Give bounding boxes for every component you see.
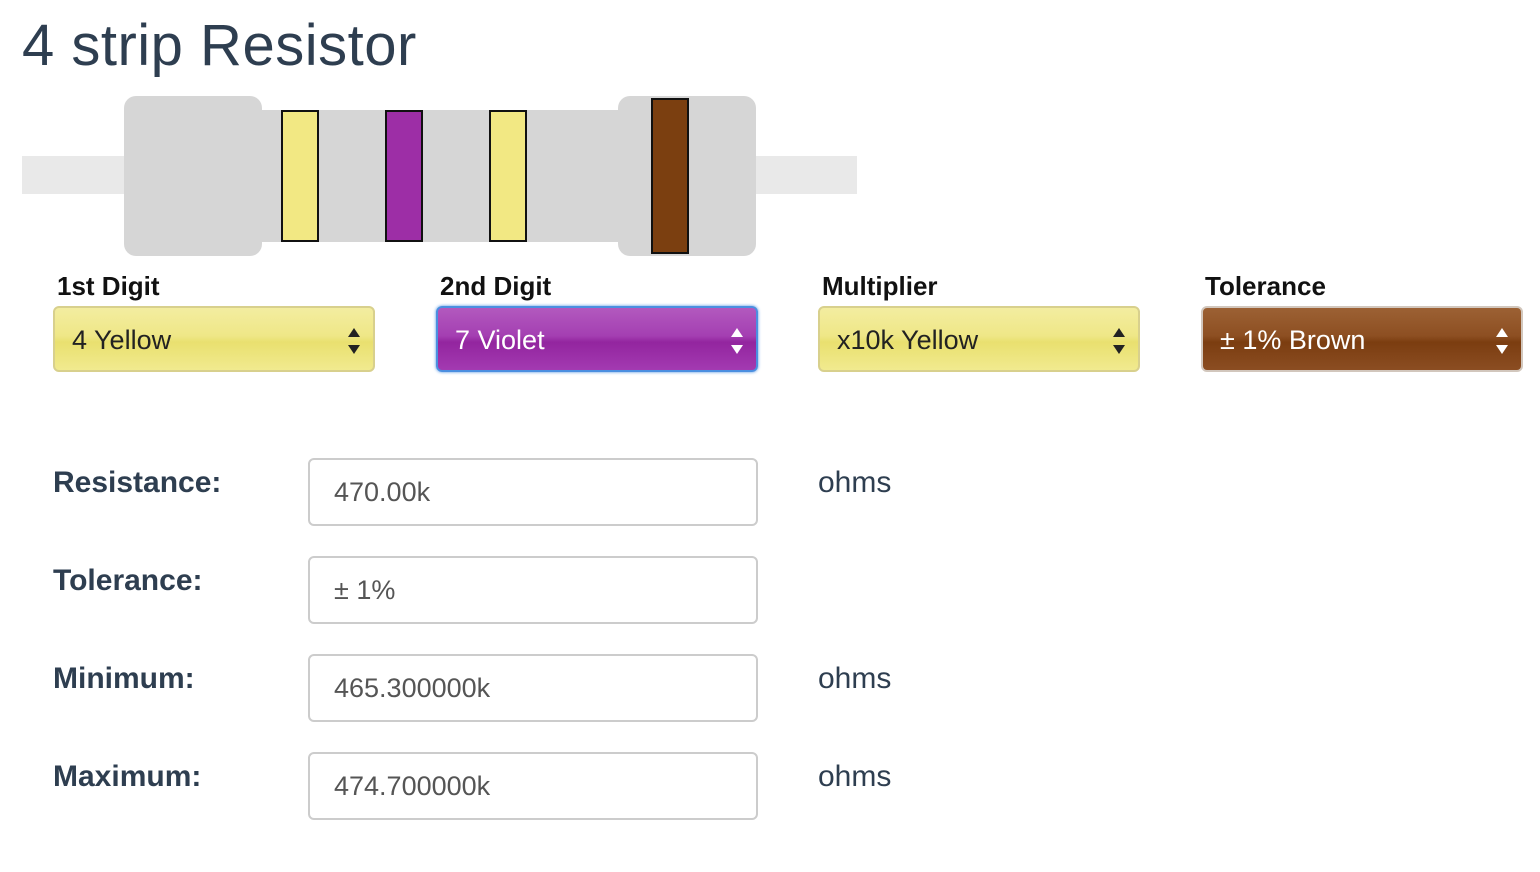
band-tolerance: [651, 98, 689, 254]
resistor-left-cap: [124, 96, 262, 256]
tolerance-group: Tolerance ± 1% Brown: [1201, 266, 1523, 372]
maximum-field[interactable]: [308, 752, 758, 820]
tolerance-select-value: ± 1% Brown: [1220, 325, 1366, 355]
first-digit-label: 1st Digit: [57, 271, 160, 301]
band-first-digit: [281, 110, 319, 242]
second-digit-value: 7 Violet: [455, 325, 545, 355]
minimum-label: Minimum:: [53, 662, 195, 695]
select-arrows-icon: [1112, 328, 1126, 354]
select-arrows-icon: [347, 328, 361, 354]
tolerance-select-label: Tolerance: [1205, 271, 1326, 301]
multiplier-value: x10k Yellow: [837, 325, 979, 355]
multiplier-label: Multiplier: [822, 271, 938, 301]
resistance-unit: ohms: [818, 466, 892, 499]
maximum-unit: ohms: [818, 760, 892, 793]
second-digit-label: 2nd Digit: [440, 271, 552, 301]
band-multiplier: [489, 110, 527, 242]
minimum-row: Minimum: ohms: [0, 654, 1000, 724]
resistor-diagram: [22, 96, 858, 258]
resistance-label: Resistance:: [53, 466, 222, 499]
minimum-field[interactable]: [308, 654, 758, 722]
resistor-calculator-page: 4 strip Resistor 1st Digit 4 Yellow 2nd …: [0, 0, 1540, 872]
select-arrows-icon: [1495, 328, 1509, 354]
first-digit-value: 4 Yellow: [72, 325, 172, 355]
second-digit-group: 2nd Digit 7 Violet: [436, 266, 758, 372]
multiplier-group: Multiplier x10k Yellow: [818, 266, 1140, 372]
resistance-row: Resistance: ohms: [0, 458, 1000, 528]
multiplier-select[interactable]: x10k Yellow: [818, 306, 1140, 372]
tolerance-field[interactable]: [308, 556, 758, 624]
maximum-row: Maximum: ohms: [0, 752, 1000, 822]
first-digit-select[interactable]: 4 Yellow: [53, 306, 375, 372]
second-digit-select[interactable]: 7 Violet: [436, 306, 758, 372]
tolerance-select[interactable]: ± 1% Brown: [1201, 306, 1523, 372]
maximum-label: Maximum:: [53, 760, 202, 793]
page-title: 4 strip Resistor: [22, 13, 417, 78]
minimum-unit: ohms: [818, 662, 892, 695]
tolerance-label: Tolerance:: [53, 564, 203, 597]
band-second-digit: [385, 110, 423, 242]
tolerance-row: Tolerance:: [0, 556, 1000, 626]
first-digit-group: 1st Digit 4 Yellow: [53, 266, 375, 372]
resistance-field[interactable]: [308, 458, 758, 526]
select-arrows-icon: [730, 328, 744, 354]
